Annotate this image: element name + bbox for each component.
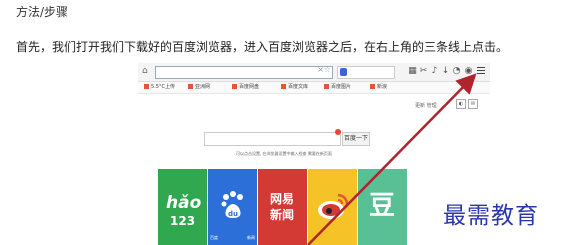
tile-baidu-caption: 百度 <box>210 235 218 240</box>
bookmark-item[interactable]: 新浪 <box>370 84 387 91</box>
tile-wangyi-subtitle: 新闻 <box>270 208 295 222</box>
star-icon[interactable]: ☆ <box>324 65 331 74</box>
tile-hao123-number: 123 <box>170 214 196 228</box>
bookmark-item[interactable]: 百度图片 <box>324 84 351 91</box>
tile-wangyi-title: 网易 <box>270 192 295 206</box>
notification-dot <box>335 129 341 135</box>
browser-toolbar: ⌂ × ☆ ▦ ✂ ♪ ↓ ◔ ◉ <box>138 63 490 82</box>
svg-text:du: du <box>228 210 238 218</box>
bookmark-item[interactable]: 亚洲网 <box>188 84 210 91</box>
baidu-paw-icon: du <box>221 191 243 218</box>
scissors-icon[interactable]: ✂ <box>419 66 428 76</box>
download-icon[interactable]: ↓ <box>441 66 450 76</box>
user-icon[interactable]: ◉ <box>464 66 473 76</box>
tile-weibo[interactable] <box>308 169 357 245</box>
tile-douban-logo: 豆 <box>369 191 396 221</box>
search-button[interactable]: 百度一下 <box>342 132 370 146</box>
search-hint: 可以点击设置, 在浏览器设置中输入检查 需要在新页面 <box>236 151 332 156</box>
weibo-icon <box>318 193 349 219</box>
watermark: 最需教育 <box>443 203 539 229</box>
shortcut-tiles: hǎo 123 du 百度 新闻 网易 新闻 豆 <box>158 169 408 245</box>
message-icon[interactable]: ✉ <box>468 99 478 109</box>
bookmark-item[interactable]: 百度文库 <box>281 84 308 91</box>
search-input[interactable] <box>204 132 341 146</box>
home-icon[interactable]: ⌂ <box>142 66 152 76</box>
bell-icon[interactable]: ◔ <box>452 66 461 76</box>
tile-hao123-logo: hǎo <box>166 193 202 213</box>
sound-icon[interactable]: ♪ <box>430 66 439 76</box>
grid-icon[interactable]: ▦ <box>408 66 417 76</box>
browser-screenshot: ⌂ × ☆ ▦ ✂ ♪ ↓ ◔ ◉ 5.5°C上传 亚洲网 百度网盘 百度文库 … <box>138 63 490 245</box>
section-heading: 方法/步骤 <box>16 5 69 19</box>
tile-douban[interactable]: 豆 <box>358 169 407 245</box>
baidu-paw-icon <box>340 68 347 76</box>
tile-hao123[interactable]: hǎo 123 <box>158 169 207 245</box>
bookmark-item[interactable]: 5.5°C上传 <box>144 84 175 91</box>
tile-wangyi[interactable]: 网易 新闻 <box>258 169 307 245</box>
bookmarks-bar: 5.5°C上传 亚洲网 百度网盘 百度文库 百度图片 新浪 <box>138 82 490 94</box>
menu-icon[interactable] <box>477 67 485 75</box>
instruction-text: 首先，我们打开我们下载好的百度浏览器，进入百度浏览器之后，在右上角的三条线上点击… <box>16 40 509 54</box>
address-bar[interactable]: × ☆ <box>155 65 333 79</box>
skin-icon[interactable]: ◐ <box>456 99 466 109</box>
toolbar-search-box[interactable] <box>337 66 395 79</box>
utility-links[interactable]: 更新 管理 <box>415 102 437 109</box>
tile-baidu-caption2: 新闻 <box>247 235 255 240</box>
tile-baidu[interactable]: du 百度 新闻 <box>208 169 257 245</box>
bookmark-item[interactable]: 百度网盘 <box>232 84 259 91</box>
